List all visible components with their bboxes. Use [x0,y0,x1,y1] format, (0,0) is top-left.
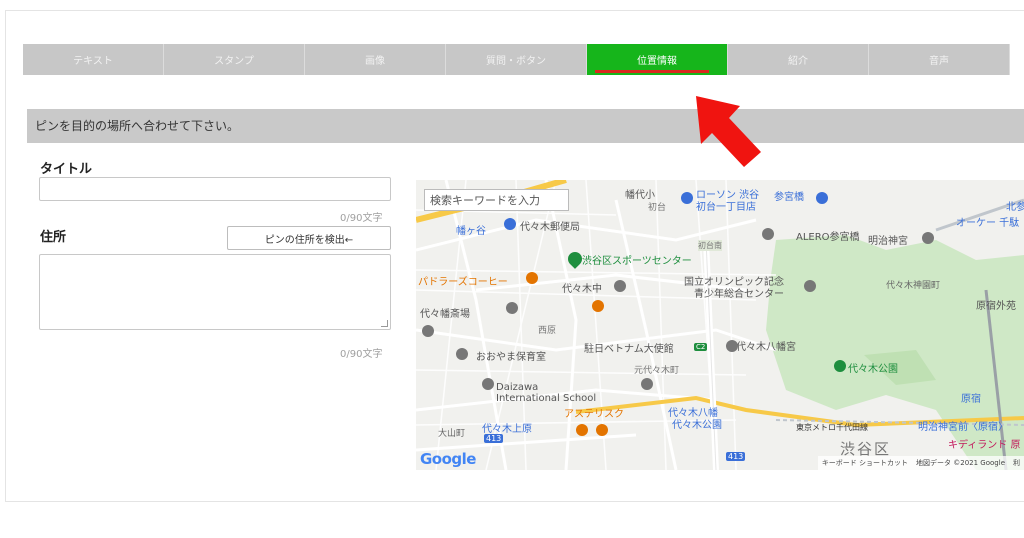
map-label: 渋谷区スポーツセンター [582,256,692,267]
terms-link[interactable]: 利 [1013,458,1020,468]
map-label: 幡ヶ谷 [456,226,486,237]
title-input[interactable] [39,177,391,201]
map-label: パドラーズコーヒー [418,277,508,288]
school-pin-icon[interactable] [422,325,434,337]
tab-audio[interactable]: 音声 [869,44,1010,75]
map-search-input[interactable]: 検索キーワードを入力 [424,189,569,211]
map-label: 初台 [648,203,667,213]
map-label: 原宿 [961,394,981,405]
place-pin-icon[interactable] [762,228,774,240]
message-type-tabs: テキスト スタンプ 画像 質問・ボタン 位置情報 紹介 音声 [23,44,1024,75]
map-label: 東京メトロ千代田線 [796,423,868,432]
map-label: 大山町 [438,429,466,439]
map-label: 代々木公園 [672,420,722,431]
place-pin-icon[interactable] [922,232,934,244]
tab-stamp[interactable]: スタンプ [164,44,305,75]
map-label: キディランド 原 [948,440,1021,451]
google-logo-text: Google [420,450,476,468]
school-pin-icon[interactable] [614,280,626,292]
map-label: 青少年総合センター [694,289,784,300]
map-label: ALERO参宮橋 [796,232,860,243]
map-label: オーケー 千駄 [956,218,1020,229]
route-shield: C2 [694,343,708,351]
map-label: 代々木中 [562,284,602,295]
route-shield: 413 [726,452,746,461]
restaurant-pin-icon[interactable] [596,424,608,436]
map-label: 幡代小 [625,190,655,201]
store-pin-icon[interactable] [681,192,693,204]
map-label: Daizawa [496,382,539,393]
map-label: 代々木神園町 [886,281,941,291]
map-label: 原宿外苑 [976,301,1016,312]
tab-question-button[interactable]: 質問・ボタン [446,44,587,75]
map-label: International School [496,393,597,404]
map-label: 代々木上原 [482,424,532,435]
map[interactable]: 検索キーワードを入力 幡代小 初台 ローソン 渋谷 初台一丁目店 参宮橋 北参 … [416,180,1024,470]
route-shield: 413 [484,434,504,443]
school-pin-icon[interactable] [641,378,653,390]
station-pin-icon[interactable] [816,192,828,204]
school-pin-icon[interactable] [456,348,468,360]
map-label: 西原 [538,326,557,336]
detect-pin-address-button[interactable]: ピンの住所を検出← [227,226,391,250]
resize-handle[interactable] [381,320,388,327]
map-label: アステリスク [564,409,624,420]
place-pin-icon[interactable] [506,302,518,314]
title-counter: 0/90文字 [340,213,383,224]
map-label: 元代々木町 [634,366,680,376]
map-label: 駐日ベトナム大使館 [584,344,674,355]
tab-introduction[interactable]: 紹介 [728,44,869,75]
map-label: 代々木公園 [848,364,898,375]
map-label: おおやま保育室 [476,352,546,363]
tab-location[interactable]: 位置情報 [587,44,728,75]
map-label: 参宮橋 [774,192,804,203]
map-data-attribution: 地図データ ©2021 Google [916,459,1005,467]
keyboard-shortcuts-link[interactable]: キーボード ショートカット [822,458,908,468]
tab-text[interactable]: テキスト [23,44,164,75]
title-label: タイトル [40,162,93,177]
instruction-banner: ピンを目的の場所へ合わせて下さい。 [27,109,1024,143]
map-label: 代々幡斎場 [420,309,470,320]
address-label: 住所 [40,230,67,245]
tab-image[interactable]: 画像 [305,44,446,75]
map-label: 明治神宮前〈原宿〉 [918,422,1008,433]
google-logo: Google [420,450,476,468]
map-label: 代々木八幡宮 [736,342,796,353]
map-label: 北参 [1006,202,1024,213]
address-counter: 0/90文字 [340,349,383,360]
address-textarea[interactable] [39,254,391,330]
map-label: 初台南 [698,240,722,251]
post-office-pin-icon[interactable] [504,218,516,230]
school-pin-icon[interactable] [482,378,494,390]
restaurant-pin-icon[interactable] [576,424,588,436]
map-label: 初台一丁目店 [696,202,756,213]
map-label: 代々木郵便局 [520,222,580,233]
place-pin-icon[interactable] [804,280,816,292]
cafe-pin-icon[interactable] [526,272,538,284]
map-credits: キーボード ショートカット 地図データ ©2021 Google 利 [817,456,1024,470]
park-pin-icon[interactable] [834,360,846,372]
shrine-pin-icon[interactable] [726,340,738,352]
restaurant-pin-icon[interactable] [592,300,604,312]
map-label: 明治神宮 [868,236,908,247]
